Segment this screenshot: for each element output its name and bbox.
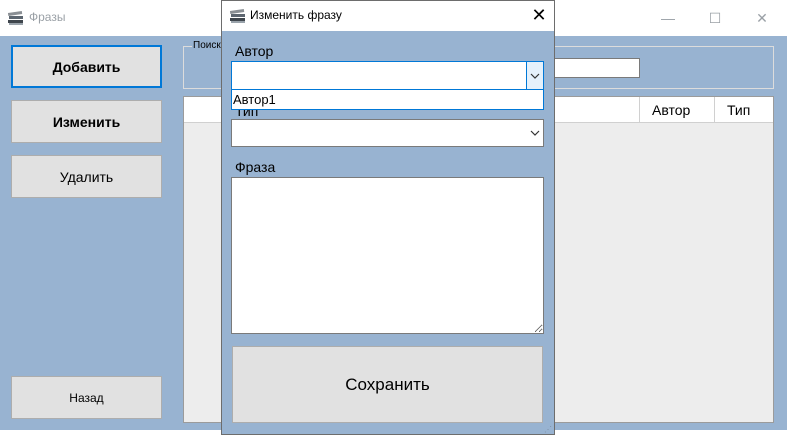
- author-combobox[interactable]: [231, 61, 544, 90]
- save-button[interactable]: Сохранить: [232, 346, 543, 423]
- close-icon: ✕: [756, 10, 768, 26]
- minimize-icon: —: [661, 10, 675, 26]
- type-combobox[interactable]: [231, 119, 544, 147]
- minimize-button[interactable]: —: [645, 6, 691, 30]
- column-header-type[interactable]: Тип: [714, 97, 773, 123]
- edit-button[interactable]: Изменить: [11, 100, 162, 143]
- books-stack-icon: [229, 9, 245, 23]
- books-stack-icon: [7, 11, 23, 25]
- add-button[interactable]: Добавить: [11, 45, 162, 88]
- author-option[interactable]: Автор1: [233, 92, 276, 107]
- author-label: Автор: [235, 43, 274, 59]
- type-dropdown-button[interactable]: [526, 120, 543, 146]
- maximize-button[interactable]: ☐: [692, 6, 738, 30]
- chevron-down-icon: [530, 130, 539, 136]
- column-header-author[interactable]: Автор: [639, 97, 714, 123]
- main-close-button[interactable]: ✕: [739, 6, 785, 30]
- delete-button[interactable]: Удалить: [11, 155, 162, 198]
- back-button[interactable]: Назад: [11, 376, 162, 419]
- phrase-textarea[interactable]: [231, 177, 544, 334]
- resize-grip-icon[interactable]: ⋰: [544, 425, 552, 434]
- maximize-icon: ☐: [708, 10, 722, 26]
- author-dropdown-button[interactable]: [526, 62, 543, 89]
- dialog-close-button[interactable]: ✕: [527, 4, 551, 26]
- author-dropdown-list: [231, 89, 544, 110]
- phrase-label: Фраза: [235, 159, 276, 175]
- chevron-down-icon: [530, 73, 540, 79]
- search-input[interactable]: [542, 58, 640, 78]
- dialog-title: Изменить фразу: [250, 8, 342, 22]
- close-icon: ✕: [531, 5, 547, 25]
- main-window-title: Фразы: [29, 10, 66, 24]
- search-group-label: Поиск: [192, 40, 222, 51]
